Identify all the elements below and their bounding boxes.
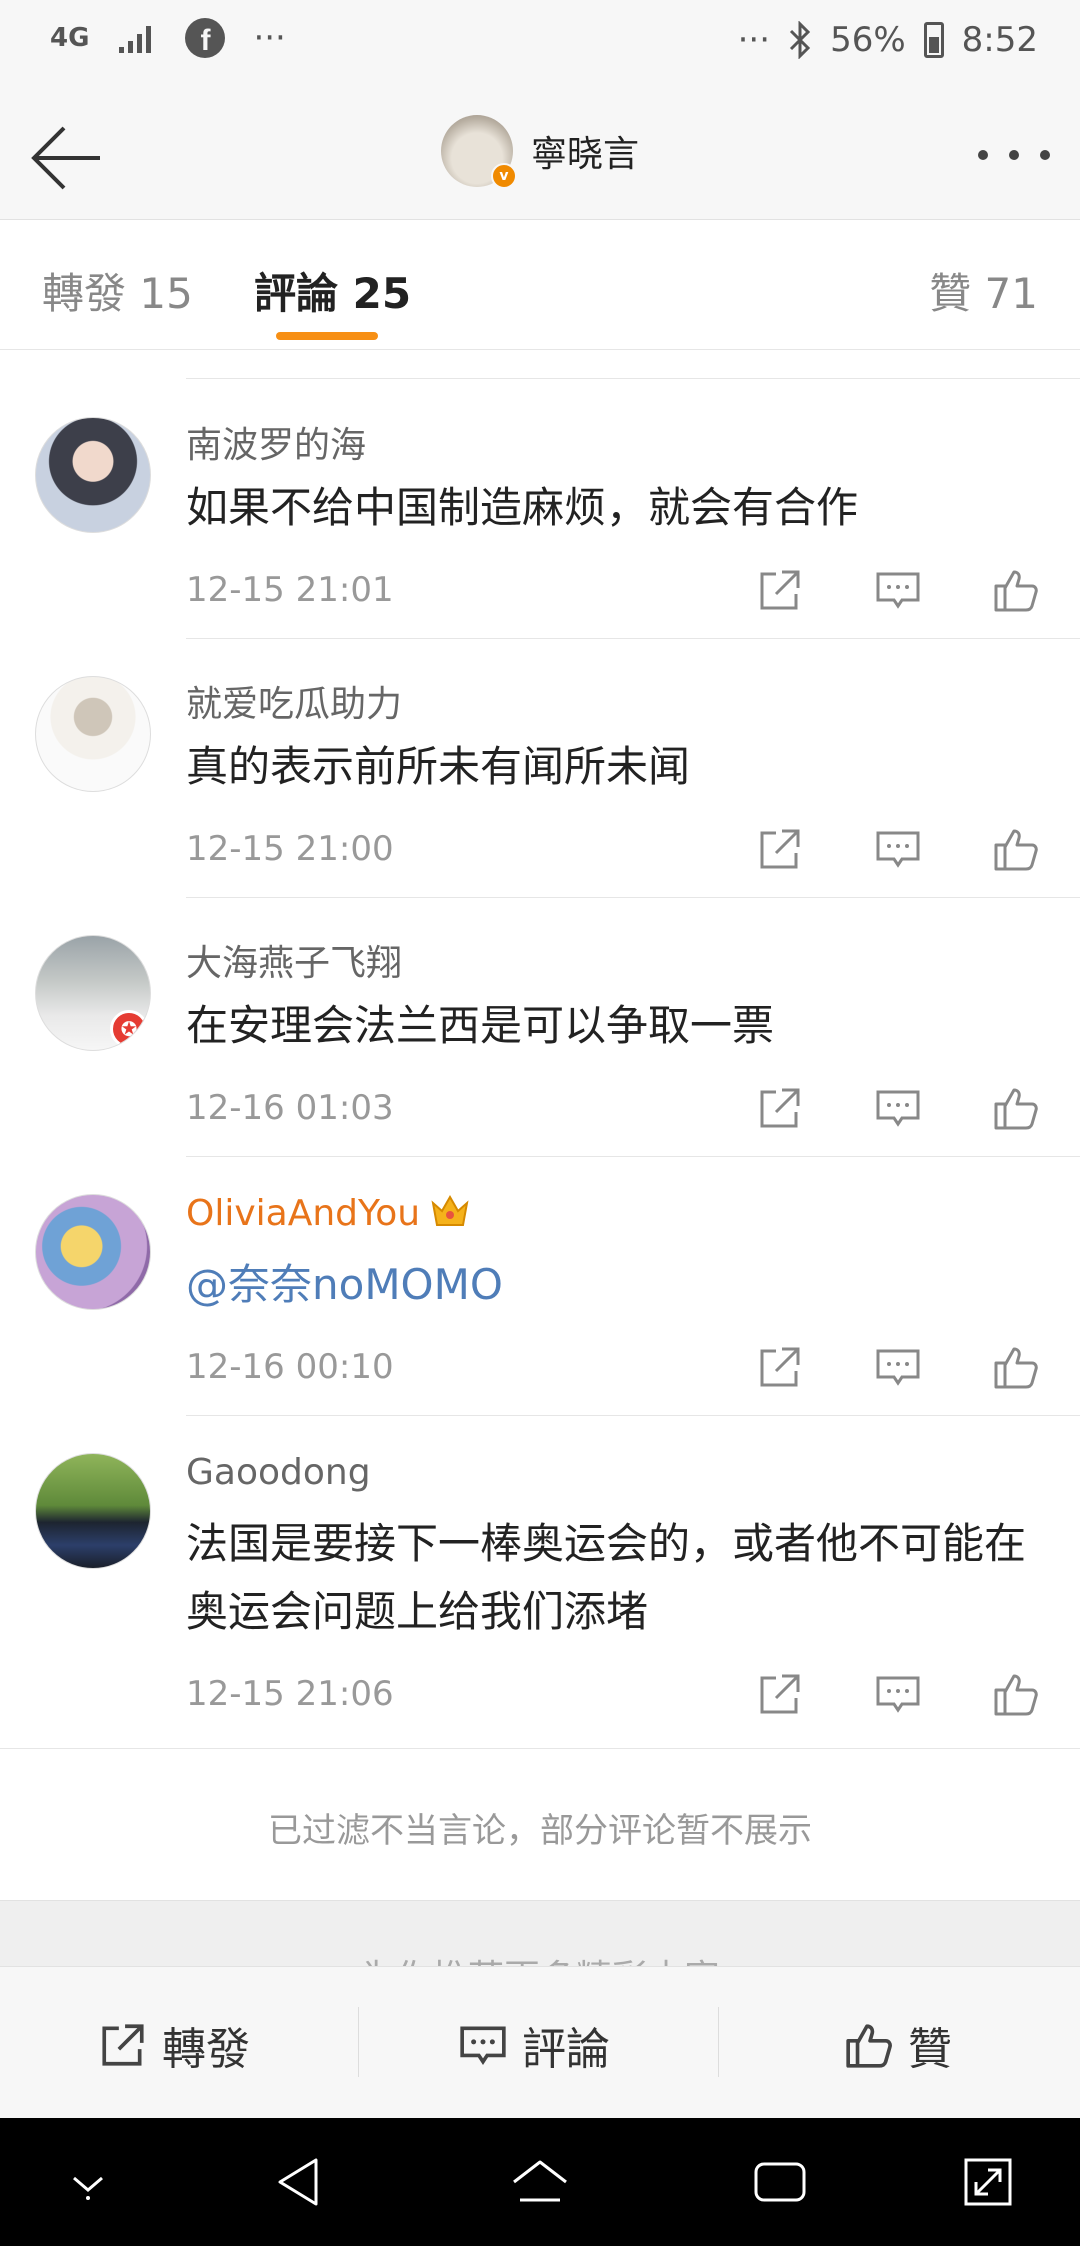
tab-bar: 轉發 15 評論 25 贊 71 — [0, 220, 1080, 350]
recents-icon[interactable] — [750, 2152, 810, 2212]
like-icon — [846, 2024, 892, 2068]
recommend-title: 为你推荐更多精彩内容 — [0, 1949, 1080, 1966]
comment-text: 在安理会法兰西是可以争取一票 — [186, 1001, 775, 1050]
comment-author[interactable]: OliviaAndYou — [186, 1193, 470, 1234]
expand-icon[interactable] — [958, 2152, 1018, 2212]
comment-time: 12-15 21:01 — [186, 570, 394, 610]
page-title: 寧晓言 — [530, 134, 639, 175]
comment-icon[interactable] — [874, 566, 922, 614]
verified-badge-icon: v — [490, 163, 517, 189]
comment-text[interactable]: @奈奈noMOMO — [186, 1251, 1056, 1319]
avatar[interactable]: v — [440, 115, 517, 189]
hide-keyboard-icon[interactable] — [58, 2152, 118, 2212]
comment-time: 12-16 00:10 — [186, 1347, 394, 1387]
comment-text: 如果不给中国制造麻烦，就会有合作 — [186, 483, 859, 532]
like-icon[interactable] — [992, 566, 1040, 614]
header-user[interactable]: v 寧晓言 — [0, 115, 1080, 189]
repost-icon[interactable] — [756, 1084, 804, 1132]
top-nav-bar: v 寧晓言 — [0, 95, 1080, 220]
comment-author[interactable]: 南波罗的海 — [186, 416, 366, 468]
notification-more-icon: ··· — [253, 18, 286, 58]
recommend-strip: 为你推荐更多精彩内容 — [0, 1900, 1080, 1966]
home-icon[interactable] — [510, 2152, 570, 2212]
comment-button[interactable]: 評論 — [458, 2013, 610, 2077]
comment-icon — [460, 2026, 506, 2065]
tab-comments[interactable]: 評論 25 — [254, 260, 411, 321]
repost-icon[interactable] — [756, 1343, 804, 1391]
filter-notice: 已过滤不当言论，部分评论暂不展示 — [268, 1811, 812, 1851]
status-more-icon: ··· — [737, 20, 771, 60]
system-nav-bar — [0, 2118, 1080, 2246]
comment-time: 12-16 01:03 — [186, 1088, 394, 1128]
comment-author[interactable]: 就爱吃瓜助力 — [186, 675, 402, 727]
battery-icon — [923, 22, 944, 58]
back-icon[interactable] — [270, 2152, 330, 2212]
more-options-button[interactable] — [978, 145, 1050, 165]
bottom-action-bar: 轉發 評論 贊 — [0, 1966, 1080, 2118]
like-icon[interactable] — [992, 1084, 1040, 1132]
like-icon[interactable] — [992, 825, 1040, 873]
like-label: 贊 — [908, 2024, 952, 2075]
comment-icon[interactable] — [874, 1670, 922, 1718]
like-button[interactable]: 贊 — [844, 2013, 952, 2077]
facebook-icon: f — [185, 18, 226, 58]
comment-label: 評論 — [522, 2024, 610, 2075]
comment-time: 12-15 21:06 — [186, 1674, 394, 1714]
comment-text: 真的表示前所未有闻所未闻 — [186, 742, 691, 791]
repost-button[interactable]: 轉發 — [98, 2013, 250, 2077]
comment-icon[interactable] — [874, 1343, 922, 1391]
comment-icon[interactable] — [874, 825, 922, 873]
battery-percent: 56% — [830, 20, 906, 60]
avatar[interactable] — [35, 417, 151, 533]
comment-author[interactable]: 大海燕子飞翔 — [186, 934, 402, 986]
repost-icon[interactable] — [756, 566, 804, 614]
badge-icon: ✪ — [110, 1010, 148, 1048]
avatar[interactable]: ✪ — [35, 935, 151, 1051]
repost-icon[interactable] — [756, 825, 804, 873]
filter-notice-area: 已过滤不当言论，部分评论暂不展示 — [0, 1748, 1080, 1900]
like-icon[interactable] — [992, 1343, 1040, 1391]
bluetooth-icon — [790, 21, 811, 59]
clock: 8:52 — [961, 20, 1038, 60]
repost-icon[interactable] — [756, 1670, 804, 1718]
avatar[interactable] — [35, 676, 151, 792]
avatar[interactable] — [35, 1194, 151, 1310]
vip-crown-icon — [431, 1194, 469, 1226]
active-tab-indicator — [276, 332, 378, 340]
avatar[interactable] — [35, 1453, 151, 1569]
like-icon[interactable] — [992, 1670, 1040, 1718]
status-bar: 4G f ··· ··· 56% 8:52 — [0, 0, 1080, 95]
comment-time: 12-15 21:00 — [186, 829, 394, 869]
author-name[interactable]: OliviaAndYou — [186, 1193, 420, 1234]
network-indicator: 4G — [50, 23, 90, 53]
comment-author[interactable]: Gaoodong — [186, 1452, 371, 1493]
tab-reposts[interactable]: 轉發 15 — [42, 260, 193, 321]
tab-likes[interactable]: 贊 71 — [929, 260, 1038, 321]
repost-icon — [102, 2024, 144, 2066]
signal-icon — [119, 26, 152, 53]
repost-label: 轉發 — [162, 2024, 250, 2075]
comment-text: 法国是要接下一棒奥运会的，或者他不可能在奥运会问题上给我们添堵 — [186, 1519, 1027, 1636]
comment-icon[interactable] — [874, 1084, 922, 1132]
